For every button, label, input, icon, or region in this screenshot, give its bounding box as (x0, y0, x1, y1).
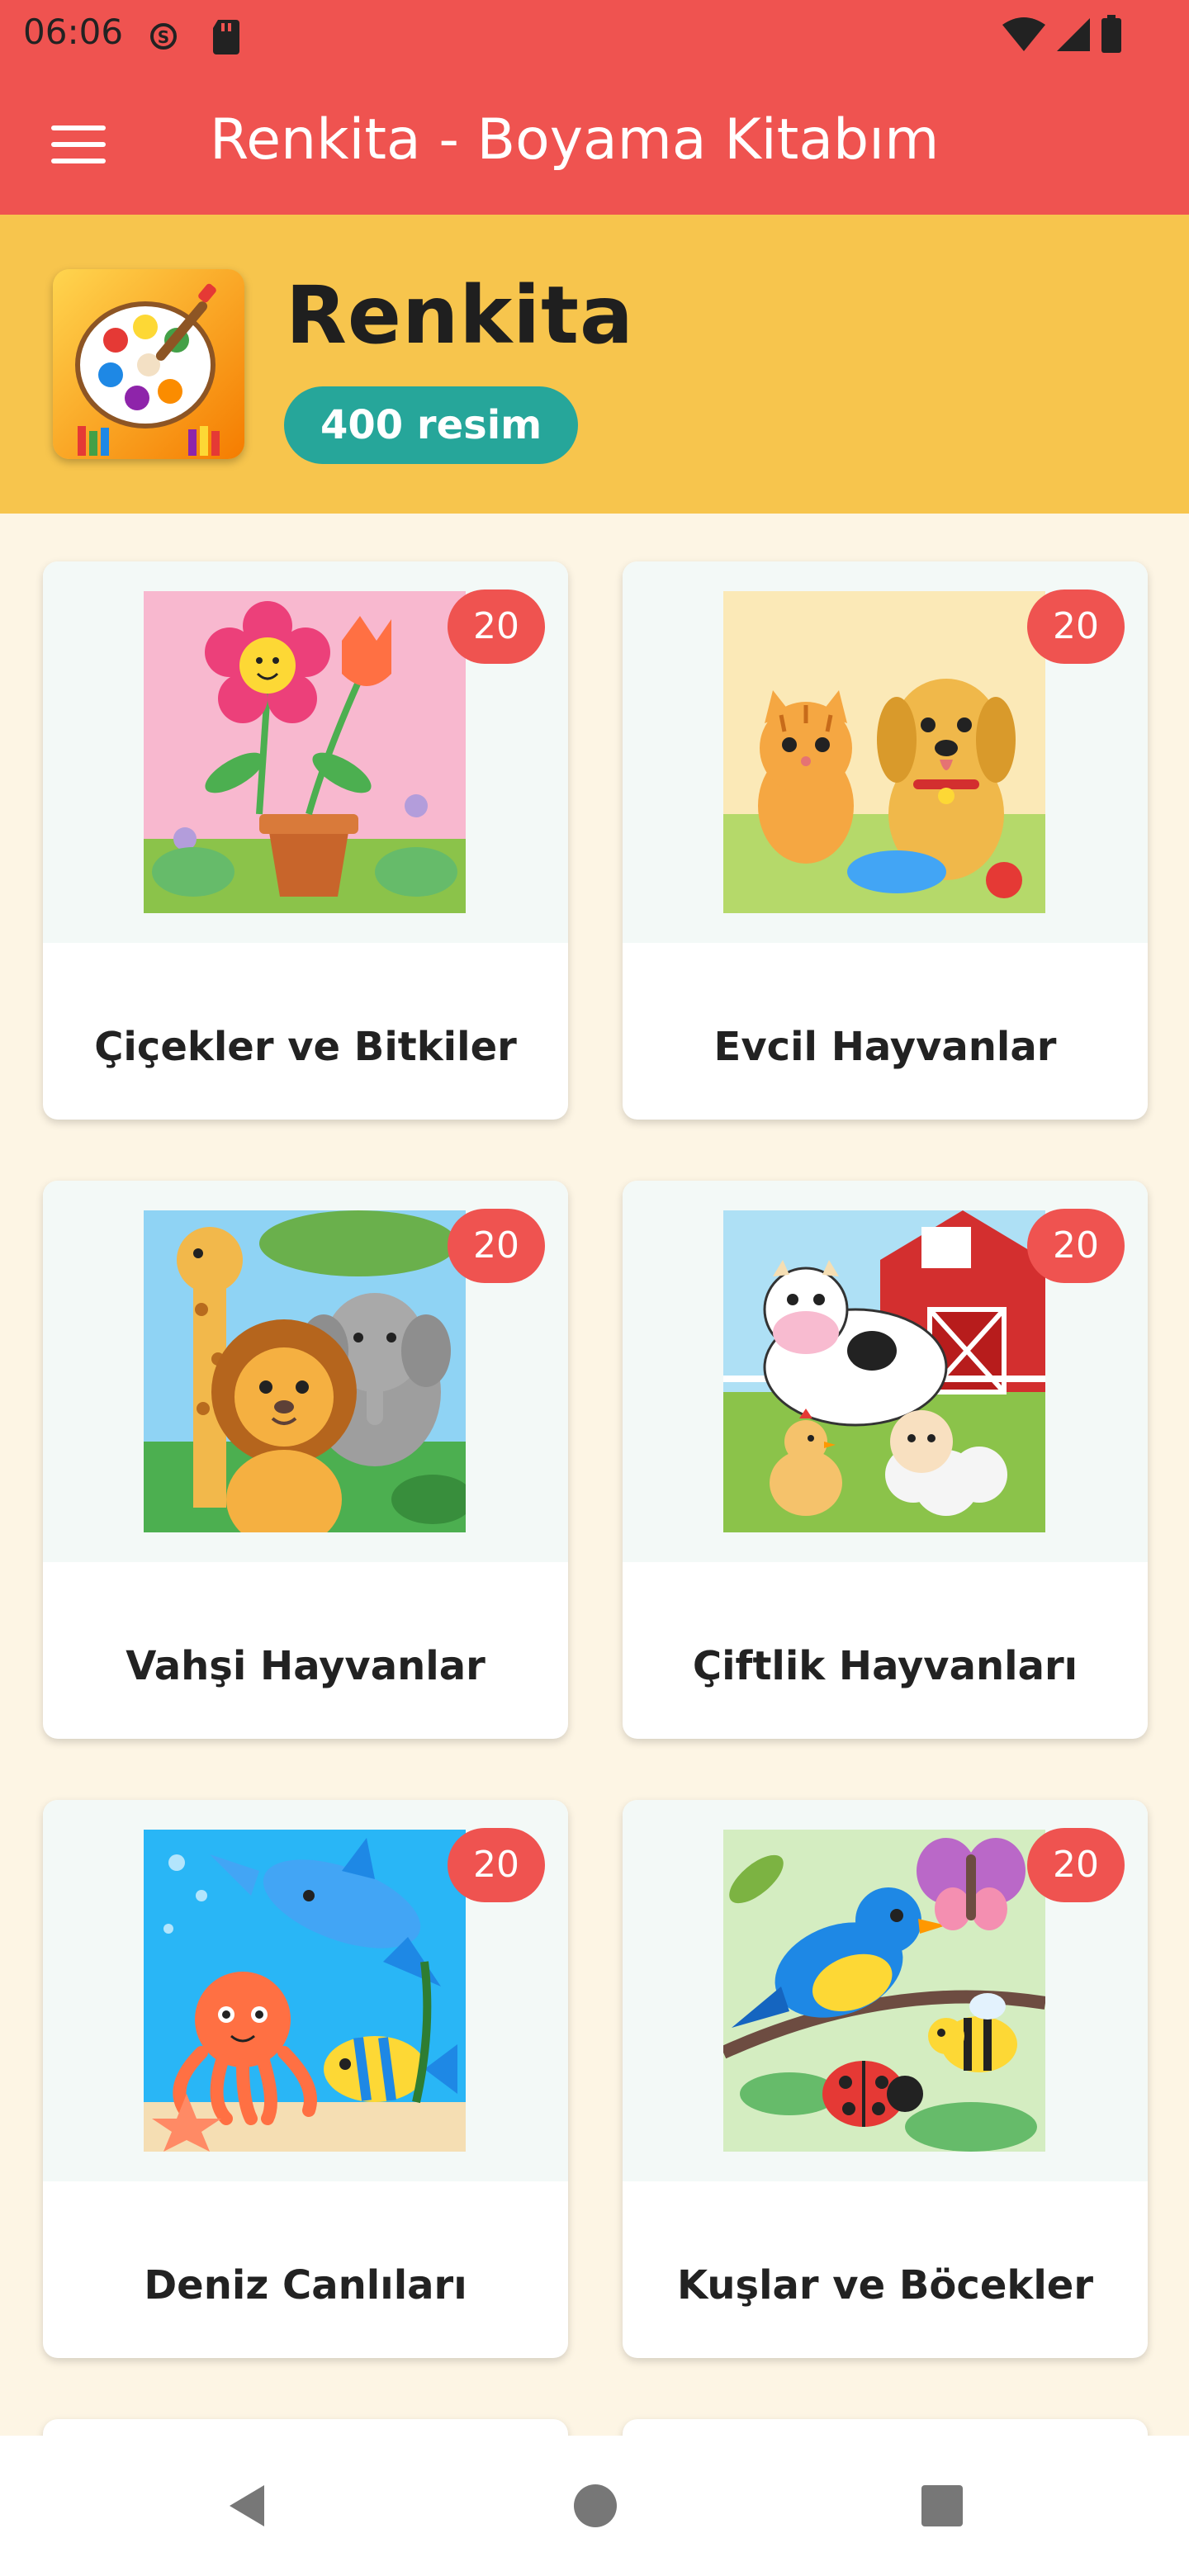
status-time: 06:06 (23, 12, 124, 52)
status-right-icons (1001, 15, 1123, 54)
category-card-pets[interactable]: 20 Evcil Hayvanlar (623, 561, 1148, 1120)
card-image-area: 20 (43, 1800, 568, 2181)
farm-animals-illustration (723, 1210, 1045, 1532)
hamburger-menu-icon[interactable] (51, 125, 107, 167)
status-bar: 06:06 S (0, 0, 1189, 74)
back-icon[interactable] (218, 2477, 276, 2535)
card-label: Vahşi Hayvanlar (126, 1643, 486, 1689)
system-nav-bar (0, 2436, 1189, 2576)
palette-logo-icon (53, 269, 244, 459)
recents-icon[interactable] (913, 2477, 971, 2535)
card-image-area: 20 (623, 1800, 1148, 2181)
card-image-area: 20 (623, 561, 1148, 943)
card-label: Evcil Hayvanlar (713, 1024, 1057, 1070)
card-image-area: 20 (623, 1181, 1148, 1562)
card-count-badge: 20 (448, 1828, 545, 1902)
card-image-area: 20 (43, 1181, 568, 1562)
card-label: Çiftlik Hayvanları (692, 1643, 1078, 1689)
category-card-wild-animals[interactable]: 20 Vahşi Hayvanlar (43, 1181, 568, 1739)
card-image-area: 20 (43, 561, 568, 943)
app-bar-title: Renkita - Boyama Kitabım (210, 107, 940, 173)
category-card-birds-insects[interactable]: 20 Kuşlar ve Böcekler (623, 1800, 1148, 2358)
header-title: Renkita (286, 269, 634, 362)
card-count-badge: 20 (1027, 590, 1125, 664)
card-label: Deniz Canlıları (144, 2262, 467, 2308)
wifi-icon (1002, 17, 1045, 51)
category-card-farm-animals[interactable]: 20 Çiftlik Hayvanları (623, 1181, 1148, 1739)
flowers-illustration (144, 591, 466, 913)
home-icon[interactable] (566, 2477, 624, 2535)
app-root: 06:06 S Renkita - Boyama Kitabım Renkita… (0, 0, 1189, 2576)
battery-icon (1101, 15, 1121, 53)
sd-card-icon (213, 20, 239, 54)
header-banner: Renkita 400 resim (0, 215, 1189, 514)
category-card-sea-creatures[interactable]: 20 Deniz Canlıları (43, 1800, 568, 2358)
svg-text:S: S (158, 27, 169, 47)
card-count-badge: 20 (448, 590, 545, 664)
card-label: Çiçekler ve Bitkiler (94, 1024, 517, 1070)
category-card-flowers[interactable]: 20 Çiçekler ve Bitkiler (43, 561, 568, 1120)
card-count-badge: 20 (1027, 1209, 1125, 1283)
app-bar: Renkita - Boyama Kitabım (0, 74, 1189, 215)
birds-insects-illustration (723, 1830, 1045, 2152)
signal-icon (1057, 18, 1090, 51)
card-count-badge: 20 (1027, 1828, 1125, 1902)
sea-creatures-illustration (144, 1830, 466, 2152)
card-count-badge: 20 (448, 1209, 545, 1283)
image-count-badge: 400 resim (284, 386, 579, 464)
card-label: Kuşlar ve Böcekler (676, 2262, 1094, 2308)
pets-illustration (723, 591, 1045, 913)
data-saver-icon: S (150, 23, 177, 50)
wild-animals-illustration (144, 1210, 466, 1532)
